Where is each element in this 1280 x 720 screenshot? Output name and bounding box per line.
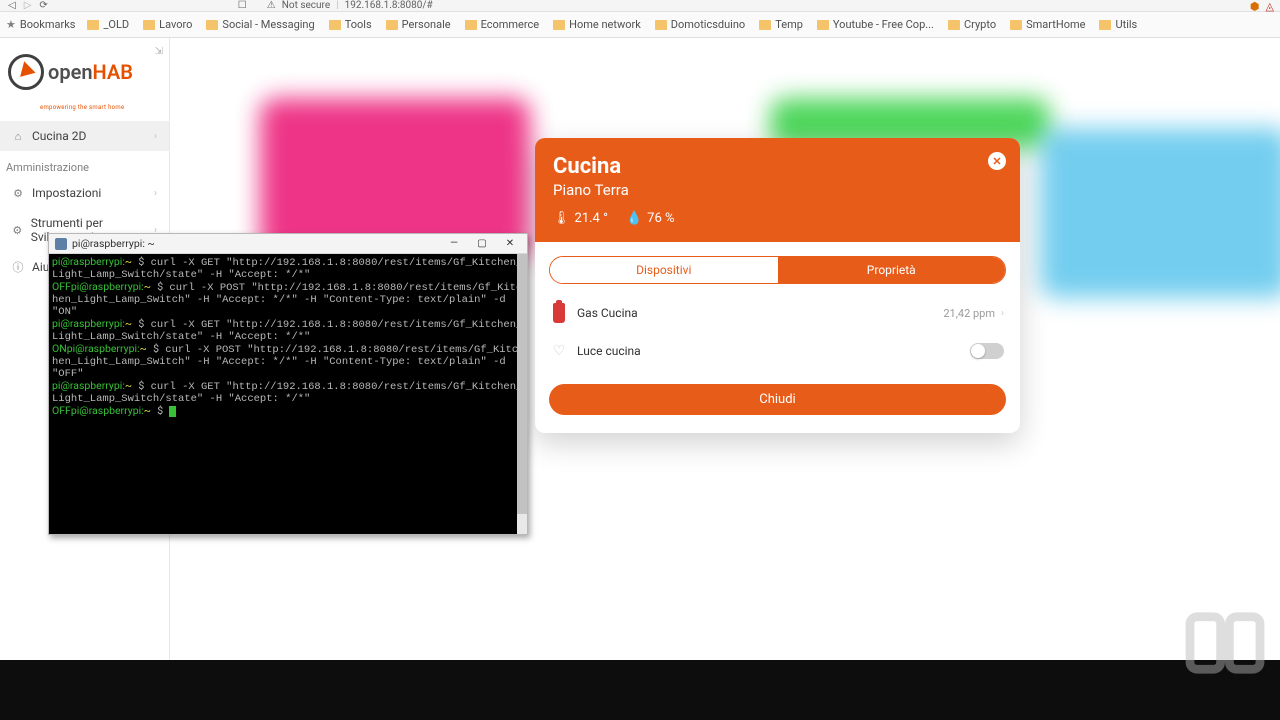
close-button[interactable]: Chiudi [549, 384, 1006, 415]
bookmark-folder[interactable]: SmartHome [1010, 18, 1085, 31]
tab-devices[interactable]: Dispositivi [550, 257, 778, 283]
droplet-icon: 💧 [626, 211, 642, 226]
reload-icon[interactable]: ⟳ [39, 0, 47, 11]
logo[interactable]: openHAB [0, 38, 169, 106]
folder-icon [817, 20, 829, 30]
bookmark-page-icon[interactable]: ☐ [238, 0, 247, 11]
folder-icon [759, 20, 771, 30]
bookmark-folder[interactable]: Home network [553, 18, 641, 31]
device-row[interactable]: Gas Cucina 21,42 ppm › [549, 294, 1006, 332]
terminal-scrollbar[interactable] [517, 254, 527, 534]
putty-icon [55, 238, 67, 250]
sidebar-item-label: Impostazioni [32, 186, 101, 200]
sidebar-item-label: Cucina 2D [32, 129, 86, 143]
brave-shield-icon[interactable]: ⬢ [1250, 0, 1260, 13]
sidebar-item-icon: ⚙ [12, 224, 23, 236]
brave-warning-icon[interactable]: ◬ [1266, 0, 1274, 13]
thermometer-icon: 🌡 [553, 211, 570, 226]
watermark-logo [1180, 608, 1270, 678]
folder-icon [143, 20, 155, 30]
folder-icon [1010, 20, 1022, 30]
bookmarks-bar: ★ Bookmarks _OLD Lavoro Social - Messaging… [0, 12, 1280, 38]
security-label: Not secure [282, 0, 330, 11]
folder-icon [465, 20, 477, 30]
bookmark-folder[interactable]: _OLD [87, 18, 129, 31]
forward-icon[interactable]: ▷ [24, 0, 32, 11]
tab-properties[interactable]: Proprietà [778, 257, 1006, 283]
url-text: 192.168.1.8:8080/# [345, 0, 433, 11]
folder-icon [329, 20, 341, 30]
security-warning-icon: ⚠ [267, 0, 276, 11]
gas-cylinder-icon [551, 302, 567, 324]
bookmark-folder[interactable]: Lavoro [143, 18, 192, 31]
bookmark-folder[interactable]: Tools [329, 18, 372, 31]
room-temperature: 🌡 21.4 ° [553, 211, 608, 226]
sidebar-item[interactable]: ⚙ Impostazioni › [0, 178, 169, 208]
logo-tagline: empowering the smart home [40, 104, 169, 111]
bookmark-folder[interactable]: Temp [759, 18, 803, 31]
sidebar-item-icon: ⓘ [12, 261, 24, 273]
folder-icon [948, 20, 960, 30]
device-value: 21,42 ppm [943, 307, 995, 320]
terminal-titlebar[interactable]: pi@raspberrypi: ~ — ▢ ✕ [49, 234, 527, 254]
pin-icon[interactable]: ⇲ [155, 46, 163, 57]
sidebar-item[interactable]: ⌂ Cucina 2D › [0, 121, 169, 151]
device-name: Gas Cucina [577, 306, 638, 320]
video-bottom-bar [0, 660, 1280, 720]
device-row[interactable]: ♡ Luce cucina [549, 332, 1006, 370]
room-popup: Cucina Piano Terra 🌡 21.4 ° 💧 76 % ✕ Dis… [535, 138, 1020, 433]
back-icon[interactable]: ◁ [8, 0, 16, 11]
bookmark-folder[interactable]: Ecommerce [465, 18, 540, 31]
bookmark-folder[interactable]: Youtube - Free Cop... [817, 18, 934, 31]
light-toggle[interactable] [970, 343, 1004, 359]
folder-icon [655, 20, 667, 30]
room-floor: Piano Terra [553, 181, 1002, 199]
star-icon: ★ [6, 18, 16, 31]
minimize-button[interactable]: — [441, 236, 467, 252]
room-humidity: 💧 76 % [626, 211, 675, 226]
folder-icon [386, 20, 398, 30]
openhab-logo-icon [8, 54, 44, 90]
folder-icon [206, 20, 218, 30]
sidebar-section-admin: Amministrazione [0, 151, 169, 178]
popup-close-button[interactable]: ✕ [988, 152, 1006, 170]
bookmark-folder[interactable]: Personale [386, 18, 451, 31]
bookmarks-menu[interactable]: ★ Bookmarks [6, 18, 75, 31]
card-blue [1040, 128, 1280, 298]
bookmark-folder[interactable]: Utils [1099, 18, 1137, 31]
lightbulb-icon: ♡ [551, 340, 567, 362]
room-title: Cucina [553, 154, 1002, 179]
folder-icon [87, 20, 99, 30]
maximize-button[interactable]: ▢ [469, 236, 495, 252]
device-name: Luce cucina [577, 344, 641, 358]
terminal-title: pi@raspberrypi: ~ [72, 237, 155, 250]
browser-toolbar: ◁ ▷ ⟳ ☐ ⚠ Not secure | 192.168.1.8:8080/… [0, 0, 1280, 12]
chevron-right-icon: › [154, 188, 157, 199]
folder-icon [553, 20, 565, 30]
chevron-right-icon: › [154, 131, 157, 142]
sidebar-item-icon: ⚙ [12, 187, 24, 199]
chevron-right-icon: › [1001, 308, 1004, 319]
scrollbar-thumb[interactable] [517, 254, 527, 514]
room-header: Cucina Piano Terra 🌡 21.4 ° 💧 76 % ✕ [535, 138, 1020, 242]
bookmark-folder[interactable]: Crypto [948, 18, 996, 31]
address-bar[interactable]: ☐ ⚠ Not secure | 192.168.1.8:8080/# [238, 0, 433, 11]
sidebar-item-icon: ⌂ [12, 130, 24, 142]
bookmark-folder[interactable]: Domoticsduino [655, 18, 745, 31]
window-close-button[interactable]: ✕ [497, 236, 523, 252]
terminal-body[interactable]: pi@raspberrypi:~ $ curl -X GET "http://1… [49, 254, 527, 534]
bookmark-folder[interactable]: Social - Messaging [206, 18, 314, 31]
terminal-window: pi@raspberrypi: ~ — ▢ ✕ pi@raspberrypi:~… [48, 233, 528, 535]
segment-control: Dispositivi Proprietà [549, 256, 1006, 284]
folder-icon [1099, 20, 1111, 30]
